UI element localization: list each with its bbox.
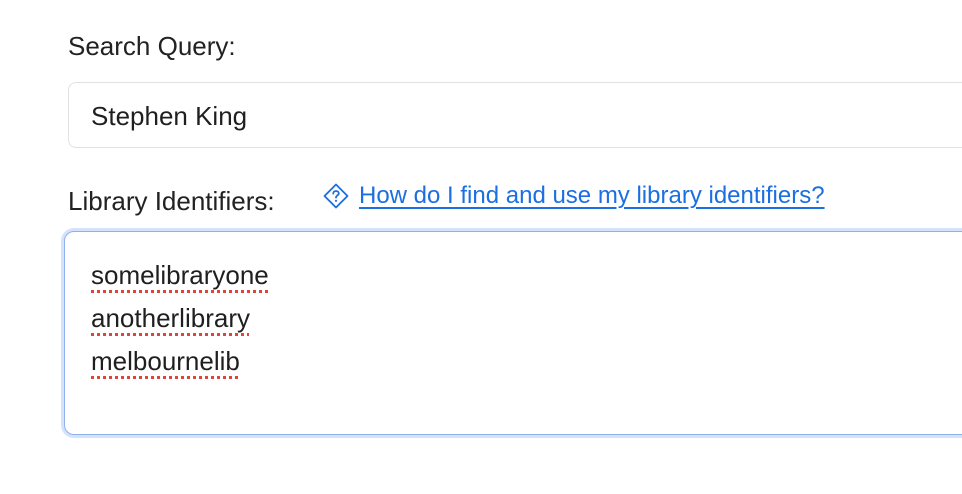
library-identifier-line: somelibraryone: [91, 260, 269, 290]
search-query-value[interactable]: Stephen King: [91, 101, 247, 132]
library-identifier-line: melbournelib: [91, 346, 240, 376]
diamond-question-icon: [323, 183, 349, 209]
help-link-text[interactable]: How do I find and use my library identif…: [359, 182, 825, 210]
library-identifier-line: anotherlibrary: [91, 303, 250, 333]
search-query-input[interactable]: Stephen King: [68, 82, 962, 148]
library-identifiers-help-link[interactable]: How do I find and use my library identif…: [323, 182, 825, 210]
search-query-label: Search Query:: [68, 31, 236, 61]
library-identifiers-textarea[interactable]: somelibraryone anotherlibrary melbournel…: [64, 231, 962, 435]
search-form: Search Query: Stephen King Library Ident…: [0, 0, 962, 494]
library-identifiers-lines: somelibraryone anotherlibrary melbournel…: [91, 254, 269, 383]
library-identifiers-label: Library Identifiers:: [68, 186, 275, 216]
